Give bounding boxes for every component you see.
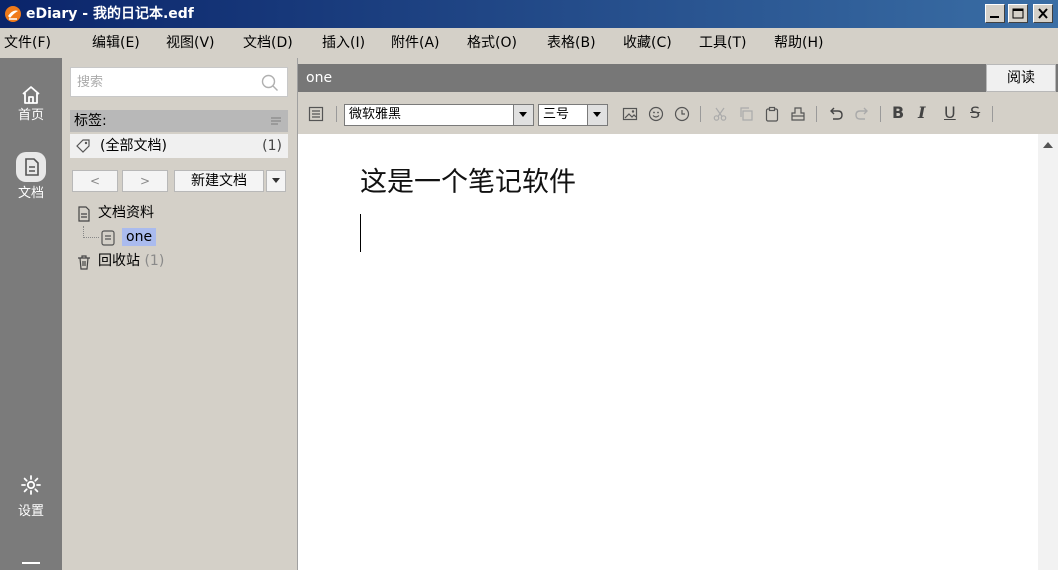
italic-button[interactable]: I: [918, 104, 925, 122]
font-size-select[interactable]: 三号: [538, 104, 608, 126]
sidebar: 标签: (全部文档) (1) < > 新建文档 文档资料 one: [62, 58, 294, 570]
nav-menu[interactable]: [0, 560, 62, 570]
trash-count: (1): [144, 253, 165, 269]
folder-document-icon: [78, 206, 90, 222]
nav-home-label: 首页: [17, 108, 44, 123]
home-icon: [22, 86, 40, 104]
content-heading[interactable]: 这是一个笔记软件: [360, 166, 576, 200]
editor-header: one 阅读: [298, 64, 1058, 92]
nav-docs[interactable]: 文档: [0, 150, 62, 202]
tag-all-count: (1): [262, 138, 282, 154]
menu-tools[interactable]: 工具(T): [699, 34, 746, 52]
menu-document[interactable]: 文档(D): [243, 34, 293, 52]
outline-icon[interactable]: [308, 106, 324, 122]
tag-all-docs[interactable]: (全部文档) (1): [70, 134, 288, 158]
search-input[interactable]: [77, 73, 257, 91]
tag-icon: [76, 139, 90, 153]
bold-button[interactable]: B: [892, 104, 904, 122]
menu-edit[interactable]: 编辑(E): [92, 34, 140, 52]
search-icon[interactable]: [261, 74, 279, 92]
next-button[interactable]: >: [122, 170, 168, 192]
document-icon: [16, 152, 46, 182]
font-family-value: 微软雅黑: [349, 107, 402, 122]
menu-favorites[interactable]: 收藏(C): [623, 34, 672, 52]
tree-trash-label: 回收站 (1): [98, 252, 164, 270]
close-icon: [1038, 8, 1048, 19]
prev-button[interactable]: <: [72, 170, 118, 192]
hamburger-icon: [22, 562, 40, 564]
strikethrough-button[interactable]: S: [970, 104, 980, 122]
new-document-dropdown[interactable]: [266, 170, 286, 192]
menu-insert[interactable]: 插入(I): [322, 34, 365, 52]
maximize-icon: [1012, 8, 1024, 19]
nav-docs-label: 文档: [17, 186, 44, 201]
menu-view[interactable]: 视图(V): [166, 34, 215, 52]
menu-file[interactable]: 文件(F): [4, 34, 51, 52]
menu-attachment[interactable]: 附件(A): [391, 34, 440, 52]
title-bar: eDiary - 我的日记本.edf: [0, 0, 1058, 28]
image-icon[interactable]: [622, 106, 638, 122]
copy-icon[interactable]: [738, 106, 754, 122]
menu-table[interactable]: 表格(B): [547, 34, 596, 52]
scroll-up-icon[interactable]: [1043, 142, 1053, 148]
vertical-scrollbar[interactable]: [1038, 134, 1058, 570]
document-file-icon: [101, 230, 115, 246]
new-document-button[interactable]: 新建文档: [174, 170, 264, 192]
undo-icon[interactable]: [828, 106, 844, 122]
underline-button[interactable]: U: [944, 104, 956, 122]
font-family-select[interactable]: 微软雅黑: [344, 104, 534, 126]
window-title: eDiary - 我的日记本.edf: [26, 6, 194, 22]
editor-content[interactable]: 这是一个笔记软件: [298, 134, 1038, 570]
cut-icon[interactable]: [712, 106, 728, 122]
menu-format[interactable]: 格式(O): [467, 34, 517, 52]
menu-bar: 文件(F) 编辑(E) 视图(V) 文档(D) 插入(I) 附件(A) 格式(O…: [0, 28, 1058, 58]
left-nav: 首页 文档 设置: [0, 58, 62, 570]
filter-icon[interactable]: [270, 115, 282, 127]
chevron-down-icon: [272, 178, 280, 183]
chevron-down-icon: [519, 112, 527, 117]
format-toolbar: 微软雅黑 三号 B I U S: [298, 92, 1058, 134]
tag-header: 标签:: [70, 110, 288, 132]
minimize-button[interactable]: [985, 4, 1005, 23]
toolbar-separator: [880, 106, 881, 122]
toolbar-separator: [700, 106, 701, 122]
gear-icon: [21, 475, 41, 495]
tree-doc-label: one: [122, 228, 157, 246]
minimize-icon: [990, 16, 999, 18]
maximize-button[interactable]: [1008, 4, 1028, 23]
nav-home[interactable]: 首页: [0, 84, 62, 124]
format-painter-icon[interactable]: [790, 106, 806, 122]
ediary-logo-icon: [5, 6, 21, 22]
document-title: one: [306, 70, 333, 86]
menu-help[interactable]: 帮助(H): [774, 34, 823, 52]
trash-icon: [78, 255, 90, 270]
redo-icon[interactable]: [854, 106, 870, 122]
toolbar-separator: [336, 106, 337, 122]
toolbar-separator: [816, 106, 817, 122]
font-family-dropdown[interactable]: [513, 105, 533, 125]
tree-folder-label: 文档资料: [98, 205, 154, 221]
paste-icon[interactable]: [764, 106, 780, 122]
font-size-dropdown[interactable]: [587, 105, 607, 125]
tag-all-label: (全部文档): [100, 138, 167, 154]
search-box[interactable]: [70, 67, 288, 97]
font-size-value: 三号: [543, 107, 570, 122]
tree-connector: [83, 226, 99, 238]
chevron-down-icon: [593, 112, 601, 117]
text-caret: [360, 214, 361, 252]
tags-title: 标签:: [74, 113, 107, 129]
read-button[interactable]: 阅读: [986, 64, 1056, 92]
toolbar-separator: [992, 106, 993, 122]
nav-settings[interactable]: 设置: [0, 474, 62, 520]
clock-icon[interactable]: [674, 106, 690, 122]
close-button[interactable]: [1033, 4, 1053, 23]
trash-label: 回收站: [98, 253, 140, 269]
nav-settings-label: 设置: [17, 504, 44, 519]
emoji-icon[interactable]: [648, 106, 664, 122]
